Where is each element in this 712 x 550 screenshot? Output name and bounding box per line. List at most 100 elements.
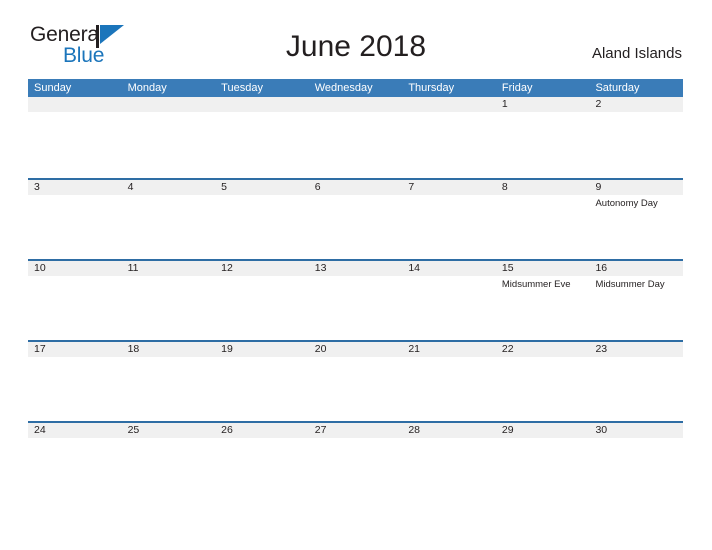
week-cells: 24 25 26 27 28 29 30 [28, 423, 684, 502]
day-events: Midsummer Day [589, 276, 683, 291]
day-number: 14 [408, 262, 420, 274]
day-number: 23 [595, 343, 608, 355]
week-cells: 3 4 5 6 7 8 9 Autonomy Day [28, 180, 684, 259]
day-number: 16 [595, 262, 608, 274]
day-cell[interactable]: 21 [402, 342, 496, 421]
day-cell-empty [402, 97, 496, 176]
day-number: 10 [34, 262, 46, 274]
day-cell[interactable]: 5 [215, 180, 309, 259]
day-number: 29 [501, 424, 514, 436]
day-cell-empty [308, 97, 403, 176]
day-cell[interactable]: 10 [28, 261, 122, 340]
day-number: 3 [34, 181, 40, 193]
day-number: 13 [314, 262, 327, 274]
day-number: 18 [127, 343, 140, 355]
day-cell[interactable]: 15 Midsummer Eve [495, 261, 590, 340]
day-number-band: 30 [589, 423, 684, 438]
day-number: 1 [501, 98, 508, 110]
day-cell[interactable]: 3 [28, 180, 122, 259]
day-number-band: 8 [495, 180, 590, 195]
day-number-band: 6 [308, 180, 403, 195]
day-cell[interactable]: 6 [308, 180, 403, 259]
day-cell[interactable]: 13 [308, 261, 403, 340]
week-cells: 10 11 12 13 14 15 Midsummer Eve 16 Midsummer Day [28, 261, 684, 340]
day-number: 5 [221, 181, 227, 193]
day-cell[interactable]: 19 [215, 342, 309, 421]
day-cell[interactable]: 16 Midsummer Day [589, 261, 684, 340]
calendar-week-row: 10 11 12 13 14 15 Midsummer Eve 16 Midsummer Day [28, 259, 684, 340]
day-number-band: 10 [28, 261, 122, 276]
day-number-band [402, 97, 496, 112]
day-cell[interactable]: 12 [215, 261, 309, 340]
weekday-header-friday: Friday [501, 82, 533, 94]
week-cells: 17 18 19 20 21 22 23 [28, 342, 684, 421]
day-number-band: 4 [121, 180, 216, 195]
day-cell[interactable]: 2 [589, 97, 684, 176]
day-number-band: 21 [402, 342, 496, 357]
day-number: 19 [221, 343, 233, 355]
day-number-band [215, 97, 309, 112]
weekday-header-sunday: Sunday [34, 82, 72, 94]
day-cell[interactable]: 4 [121, 180, 216, 259]
day-cell[interactable]: 14 [402, 261, 496, 340]
day-events: Midsummer Eve [496, 276, 590, 291]
calendar-week-row: 3 4 5 6 7 8 9 Autonomy Day [28, 178, 684, 259]
day-number: 8 [501, 181, 508, 193]
day-number-band: 12 [215, 261, 309, 276]
day-cell-empty [121, 97, 216, 176]
calendar-week-row: 24 25 26 27 28 29 30 [28, 421, 684, 502]
day-number: 2 [595, 98, 602, 110]
day-cell[interactable]: 9 Autonomy Day [589, 180, 684, 259]
day-cell[interactable]: 28 [402, 423, 496, 502]
day-number: 26 [221, 424, 233, 436]
day-number-band: 11 [121, 261, 216, 276]
day-cell[interactable]: 26 [215, 423, 309, 502]
day-number: 4 [127, 181, 134, 193]
day-cell[interactable]: 27 [308, 423, 403, 502]
day-cell[interactable]: 17 [28, 342, 122, 421]
day-number-band: 5 [215, 180, 309, 195]
day-number: 9 [595, 181, 602, 193]
day-number: 25 [127, 424, 140, 436]
country-label: Aland Islands [591, 45, 682, 62]
day-number-band: 26 [215, 423, 309, 438]
day-number: 15 [501, 262, 514, 274]
day-number: 21 [408, 343, 420, 355]
day-cell[interactable]: 25 [121, 423, 216, 502]
day-number-band: 7 [402, 180, 496, 195]
week-cells: 12 [28, 97, 684, 176]
day-cell[interactable]: 22 [495, 342, 590, 421]
day-number-band: 1 [495, 97, 590, 112]
day-number-band [308, 97, 403, 112]
day-number: 24 [34, 424, 46, 436]
day-cell[interactable]: 18 [121, 342, 216, 421]
day-cell[interactable]: 20 [308, 342, 403, 421]
calendar-week-row: 17 18 19 20 21 22 23 [28, 340, 684, 421]
day-number-band: 20 [308, 342, 403, 357]
day-cell-empty [28, 97, 122, 176]
day-cell[interactable]: 24 [28, 423, 122, 502]
day-number-band: 16 [589, 261, 684, 276]
weekday-header-tuesday: Tuesday [221, 82, 263, 94]
weekday-header-row: Sunday Monday Tuesday Wednesday Thursday Frid… [28, 79, 683, 97]
day-number: 20 [314, 343, 327, 355]
day-cell[interactable]: 11 [121, 261, 216, 340]
day-number-band [28, 97, 122, 112]
day-cell[interactable]: 8 [495, 180, 590, 259]
day-number: 17 [34, 343, 46, 355]
day-number-band: 18 [121, 342, 216, 357]
day-number-band: 15 [495, 261, 590, 276]
day-cell[interactable]: 23 [589, 342, 684, 421]
day-cell[interactable]: 1 [495, 97, 590, 176]
day-number: 30 [595, 424, 608, 436]
weekday-header-thursday: Thursday [408, 82, 455, 94]
page-header: General Blue June 2018 Aland Islands [0, 0, 712, 66]
day-number-band: 28 [402, 423, 496, 438]
event-label: Midsummer Eve [501, 279, 571, 290]
event-label: Midsummer Day [595, 279, 665, 290]
day-cell[interactable]: 7 [402, 180, 496, 259]
day-number: 27 [314, 424, 327, 436]
day-cell-empty [215, 97, 309, 176]
day-cell[interactable]: 30 [589, 423, 684, 502]
day-cell[interactable]: 29 [495, 423, 590, 502]
